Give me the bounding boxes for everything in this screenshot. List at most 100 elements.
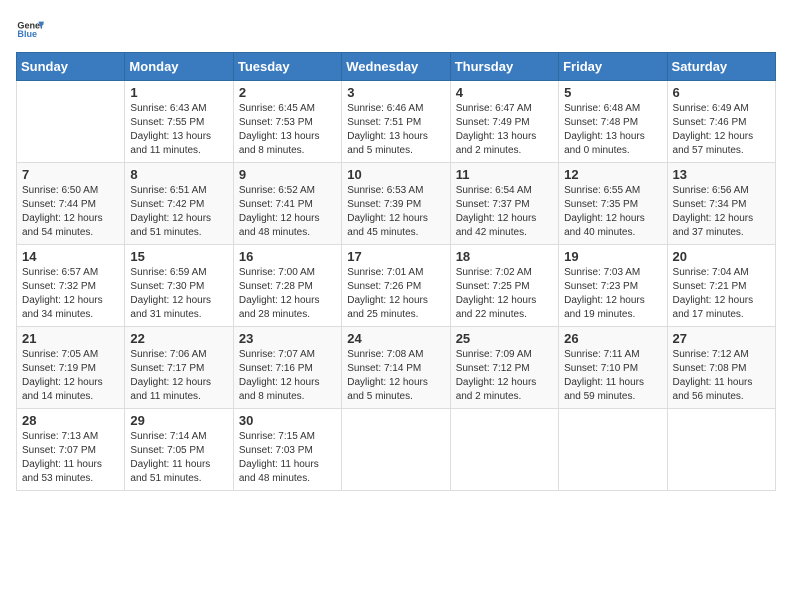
calendar-cell: 17 Sunrise: 7:01 AM Sunset: 7:26 PM Dayli… bbox=[342, 245, 450, 327]
day-number: 4 bbox=[456, 85, 553, 100]
day-info: Sunrise: 6:59 AM Sunset: 7:30 PM Dayligh… bbox=[130, 266, 227, 322]
day-number: 8 bbox=[130, 167, 227, 182]
calendar-cell: 11Sunrise: 6:54 AM Sunset: 7:37 PM Dayli… bbox=[450, 163, 558, 245]
day-number: 12 bbox=[564, 167, 661, 182]
header-day-sunday: Sunday bbox=[17, 53, 125, 81]
day-info: Sunrise: 7:03 AM Sunset: 7:23 PM Dayligh… bbox=[564, 266, 661, 322]
day-number: 20 bbox=[673, 249, 770, 264]
calendar-cell: 5 Sunrise: 6:48 AM Sunset: 7:48 PM Daylig… bbox=[559, 81, 667, 163]
day-info: Sunrise: 7:08 AM Sunset: 7:14 PM Dayligh… bbox=[347, 348, 444, 404]
day-number: 15 bbox=[130, 249, 227, 264]
day-number: 26 bbox=[564, 331, 661, 346]
calendar-cell: 4 Sunrise: 6:47 AM Sunset: 7:49 PM Daylig… bbox=[450, 81, 558, 163]
day-info: Sunrise: 6:45 AM Sunset: 7:53 PM Dayligh… bbox=[239, 102, 336, 158]
day-info: Sunrise: 7:05 AM Sunset: 7:19 PM Dayligh… bbox=[22, 348, 119, 404]
day-number: 2 bbox=[239, 85, 336, 100]
calendar-cell: 30 Sunrise: 7:15 AM Sunset: 7:03 PM Dayli… bbox=[233, 409, 341, 491]
day-number: 28 bbox=[22, 413, 119, 428]
calendar-cell: 2 Sunrise: 6:45 AM Sunset: 7:53 PM Daylig… bbox=[233, 81, 341, 163]
header-day-saturday: Saturday bbox=[667, 53, 775, 81]
day-number: 23 bbox=[239, 331, 336, 346]
day-info: Sunrise: 7:09 AM Sunset: 7:12 PM Dayligh… bbox=[456, 348, 553, 404]
calendar-cell: 18 Sunrise: 7:02 AM Sunset: 7:25 PM Dayli… bbox=[450, 245, 558, 327]
header: General Blue bbox=[16, 16, 776, 44]
header-day-thursday: Thursday bbox=[450, 53, 558, 81]
day-info: Sunrise: 6:57 AM Sunset: 7:32 PM Dayligh… bbox=[22, 266, 119, 322]
calendar-cell: 24Sunrise: 7:08 AM Sunset: 7:14 PM Dayli… bbox=[342, 327, 450, 409]
svg-text:Blue: Blue bbox=[17, 29, 37, 39]
day-info: Sunrise: 6:51 AM Sunset: 7:42 PM Dayligh… bbox=[130, 184, 227, 240]
header-day-tuesday: Tuesday bbox=[233, 53, 341, 81]
day-info: Sunrise: 6:46 AM Sunset: 7:51 PM Dayligh… bbox=[347, 102, 444, 158]
day-info: Sunrise: 6:54 AM Sunset: 7:37 PM Dayligh… bbox=[456, 184, 553, 240]
day-info: Sunrise: 6:49 AM Sunset: 7:46 PM Dayligh… bbox=[673, 102, 770, 158]
day-number: 3 bbox=[347, 85, 444, 100]
day-number: 21 bbox=[22, 331, 119, 346]
calendar-cell: 1 Sunrise: 6:43 AM Sunset: 7:55 PM Daylig… bbox=[125, 81, 233, 163]
calendar-cell: 20 Sunrise: 7:04 AM Sunset: 7:21 PM Dayli… bbox=[667, 245, 775, 327]
day-info: Sunrise: 7:02 AM Sunset: 7:25 PM Dayligh… bbox=[456, 266, 553, 322]
calendar-cell: 9 Sunrise: 6:52 AM Sunset: 7:41 PM Daylig… bbox=[233, 163, 341, 245]
day-info: Sunrise: 7:00 AM Sunset: 7:28 PM Dayligh… bbox=[239, 266, 336, 322]
calendar-cell: 25 Sunrise: 7:09 AM Sunset: 7:12 PM Dayli… bbox=[450, 327, 558, 409]
calendar-cell: 29 Sunrise: 7:14 AM Sunset: 7:05 PM Dayli… bbox=[125, 409, 233, 491]
day-number: 5 bbox=[564, 85, 661, 100]
day-info: Sunrise: 7:15 AM Sunset: 7:03 PM Dayligh… bbox=[239, 430, 336, 486]
day-info: Sunrise: 7:14 AM Sunset: 7:05 PM Dayligh… bbox=[130, 430, 227, 486]
calendar-cell bbox=[559, 409, 667, 491]
day-info: Sunrise: 7:12 AM Sunset: 7:08 PM Dayligh… bbox=[673, 348, 770, 404]
day-number: 7 bbox=[22, 167, 119, 182]
day-info: Sunrise: 6:47 AM Sunset: 7:49 PM Dayligh… bbox=[456, 102, 553, 158]
calendar-cell: 23Sunrise: 7:07 AM Sunset: 7:16 PM Dayli… bbox=[233, 327, 341, 409]
day-number: 27 bbox=[673, 331, 770, 346]
day-number: 19 bbox=[564, 249, 661, 264]
day-number: 17 bbox=[347, 249, 444, 264]
calendar-cell: 7Sunrise: 6:50 AM Sunset: 7:44 PM Daylig… bbox=[17, 163, 125, 245]
day-number: 1 bbox=[130, 85, 227, 100]
calendar-cell: 10 Sunrise: 6:53 AM Sunset: 7:39 PM Dayli… bbox=[342, 163, 450, 245]
day-number: 14 bbox=[22, 249, 119, 264]
day-number: 9 bbox=[239, 167, 336, 182]
calendar-week-5: 28 Sunrise: 7:13 AM Sunset: 7:07 PM Dayli… bbox=[17, 409, 776, 491]
calendar-cell: 3 Sunrise: 6:46 AM Sunset: 7:51 PM Daylig… bbox=[342, 81, 450, 163]
calendar-cell: 27 Sunrise: 7:12 AM Sunset: 7:08 PM Dayli… bbox=[667, 327, 775, 409]
day-info: Sunrise: 7:01 AM Sunset: 7:26 PM Dayligh… bbox=[347, 266, 444, 322]
day-info: Sunrise: 6:52 AM Sunset: 7:41 PM Dayligh… bbox=[239, 184, 336, 240]
day-info: Sunrise: 7:04 AM Sunset: 7:21 PM Dayligh… bbox=[673, 266, 770, 322]
calendar-cell: 15 Sunrise: 6:59 AM Sunset: 7:30 PM Dayli… bbox=[125, 245, 233, 327]
calendar-week-3: 14 Sunrise: 6:57 AM Sunset: 7:32 PM Dayli… bbox=[17, 245, 776, 327]
day-number: 25 bbox=[456, 331, 553, 346]
calendar-cell: 16 Sunrise: 7:00 AM Sunset: 7:28 PM Dayli… bbox=[233, 245, 341, 327]
calendar-cell: 22Sunrise: 7:06 AM Sunset: 7:17 PM Dayli… bbox=[125, 327, 233, 409]
day-info: Sunrise: 6:55 AM Sunset: 7:35 PM Dayligh… bbox=[564, 184, 661, 240]
header-day-monday: Monday bbox=[125, 53, 233, 81]
calendar-cell: 12 Sunrise: 6:55 AM Sunset: 7:35 PM Dayli… bbox=[559, 163, 667, 245]
day-number: 6 bbox=[673, 85, 770, 100]
calendar-cell: 14 Sunrise: 6:57 AM Sunset: 7:32 PM Dayli… bbox=[17, 245, 125, 327]
day-number: 10 bbox=[347, 167, 444, 182]
logo: General Blue bbox=[16, 16, 44, 44]
day-info: Sunrise: 6:53 AM Sunset: 7:39 PM Dayligh… bbox=[347, 184, 444, 240]
day-number: 13 bbox=[673, 167, 770, 182]
calendar-cell: 28 Sunrise: 7:13 AM Sunset: 7:07 PM Dayli… bbox=[17, 409, 125, 491]
calendar-week-1: 1 Sunrise: 6:43 AM Sunset: 7:55 PM Daylig… bbox=[17, 81, 776, 163]
day-info: Sunrise: 6:56 AM Sunset: 7:34 PM Dayligh… bbox=[673, 184, 770, 240]
calendar-cell: 6 Sunrise: 6:49 AM Sunset: 7:46 PM Daylig… bbox=[667, 81, 775, 163]
calendar-cell: 13 Sunrise: 6:56 AM Sunset: 7:34 PM Dayli… bbox=[667, 163, 775, 245]
day-info: Sunrise: 7:11 AM Sunset: 7:10 PM Dayligh… bbox=[564, 348, 661, 404]
calendar-table: SundayMondayTuesdayWednesdayThursdayFrid… bbox=[16, 52, 776, 491]
calendar-cell bbox=[667, 409, 775, 491]
day-info: Sunrise: 6:48 AM Sunset: 7:48 PM Dayligh… bbox=[564, 102, 661, 158]
day-info: Sunrise: 7:13 AM Sunset: 7:07 PM Dayligh… bbox=[22, 430, 119, 486]
header-day-friday: Friday bbox=[559, 53, 667, 81]
day-info: Sunrise: 6:43 AM Sunset: 7:55 PM Dayligh… bbox=[130, 102, 227, 158]
header-day-wednesday: Wednesday bbox=[342, 53, 450, 81]
day-number: 18 bbox=[456, 249, 553, 264]
day-number: 16 bbox=[239, 249, 336, 264]
calendar-header-row: SundayMondayTuesdayWednesdayThursdayFrid… bbox=[17, 53, 776, 81]
calendar-cell bbox=[342, 409, 450, 491]
calendar-week-4: 21 Sunrise: 7:05 AM Sunset: 7:19 PM Dayli… bbox=[17, 327, 776, 409]
day-number: 22 bbox=[130, 331, 227, 346]
day-number: 30 bbox=[239, 413, 336, 428]
day-number: 29 bbox=[130, 413, 227, 428]
